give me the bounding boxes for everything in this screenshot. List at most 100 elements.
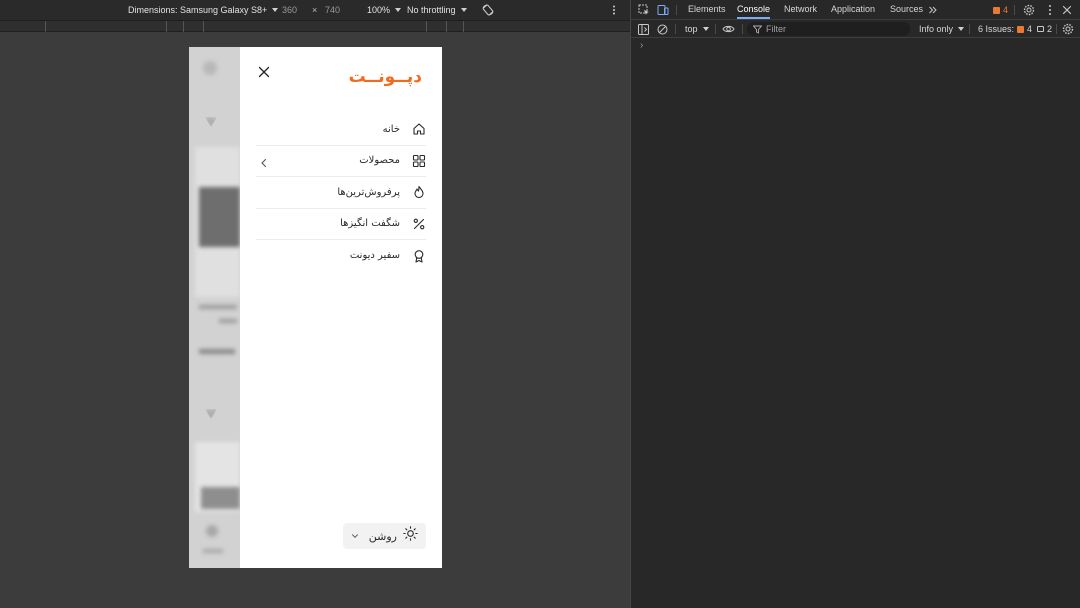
kebab-menu-icon[interactable] bbox=[1044, 4, 1056, 16]
theme-label: روشن bbox=[368, 529, 397, 543]
sidebar-toggle-icon[interactable] bbox=[638, 24, 649, 35]
drawer-menu: خانه محصولات پرفروش‌ترین‌ها bbox=[256, 114, 426, 272]
issues-count: 4 bbox=[1003, 5, 1009, 15]
chevron-down-icon bbox=[351, 527, 359, 545]
grid-icon bbox=[412, 154, 426, 168]
filter-icon bbox=[205, 409, 217, 419]
tab-elements[interactable]: Elements bbox=[688, 0, 726, 19]
theme-toggle-button[interactable]: روشن bbox=[343, 523, 426, 549]
close-button[interactable] bbox=[256, 64, 272, 80]
close-icon bbox=[258, 66, 270, 78]
nav-label bbox=[203, 549, 223, 553]
settings-gear-icon[interactable] bbox=[1023, 4, 1035, 16]
ruler-tick bbox=[426, 21, 427, 32]
issues-info-count: 2 bbox=[1047, 24, 1053, 34]
console-prompt[interactable]: › bbox=[640, 40, 643, 51]
product-title bbox=[219, 319, 237, 323]
divider bbox=[676, 5, 677, 15]
issues-warning-count: 4 bbox=[1027, 24, 1033, 34]
ruler-tick bbox=[446, 21, 447, 32]
log-level-label: Info only bbox=[919, 24, 954, 34]
filter-funnel-icon bbox=[753, 25, 762, 34]
tab-network[interactable]: Network bbox=[784, 0, 817, 19]
device-toggle-icon[interactable] bbox=[657, 4, 669, 16]
width-input[interactable]: 360 bbox=[282, 4, 297, 16]
warning-icon bbox=[1017, 25, 1025, 33]
product-price bbox=[199, 349, 235, 354]
menu-item-home[interactable]: خانه bbox=[256, 114, 426, 146]
product-image bbox=[201, 487, 240, 509]
ruler-tick bbox=[166, 21, 167, 32]
issues-button[interactable]: 6 Issues: 4 2 bbox=[978, 23, 1052, 35]
divider bbox=[969, 24, 970, 34]
height-input[interactable]: 740 bbox=[325, 4, 340, 16]
dimensions-label: Dimensions: Samsung Galaxy S8+ bbox=[128, 5, 268, 15]
device-viewport: دپــونــت خانه محصولات bbox=[189, 47, 442, 568]
badge-icon bbox=[412, 249, 426, 263]
throttling-label: No throttling bbox=[407, 5, 456, 15]
menu-item-label: محصولات bbox=[359, 155, 400, 167]
menu-item-label: سفیر دیونت bbox=[349, 250, 400, 262]
filter-placeholder: Filter bbox=[766, 24, 786, 34]
kebab-menu-icon bbox=[613, 5, 615, 15]
dimensions-dropdown[interactable]: Dimensions: Samsung Galaxy S8+ bbox=[128, 4, 279, 16]
divider bbox=[1014, 5, 1015, 15]
zoom-label: 100% bbox=[367, 5, 391, 15]
product-title bbox=[199, 305, 237, 309]
divider bbox=[675, 24, 676, 34]
menu-item-label: شگفت انگیزها bbox=[340, 218, 400, 230]
ruler-tick bbox=[183, 21, 184, 32]
live-expression-eye-icon[interactable] bbox=[722, 24, 735, 34]
tab-application[interactable]: Application bbox=[831, 0, 875, 19]
tab-sources[interactable]: Sources bbox=[890, 0, 923, 19]
issues-counter[interactable]: 4 bbox=[993, 4, 1008, 16]
sun-icon bbox=[403, 526, 418, 546]
home-icon bbox=[412, 122, 426, 136]
log-level-dropdown[interactable]: Info only bbox=[919, 23, 965, 35]
context-label: top bbox=[685, 24, 698, 34]
menu-item-bestsellers[interactable]: پرفروش‌ترین‌ها bbox=[256, 177, 426, 209]
menu-item-ambassador[interactable]: سفیر دیونت bbox=[256, 240, 426, 272]
ruler-tick bbox=[463, 21, 464, 32]
console-toolbar: top Filter Info only 6 Issues: 4 2 bbox=[631, 20, 1080, 38]
menu-item-products[interactable]: محصولات bbox=[256, 146, 426, 177]
devtools-panel: Elements Console Network Application Sou… bbox=[630, 0, 1080, 608]
divider bbox=[1056, 24, 1057, 34]
warning-icon bbox=[993, 6, 1000, 14]
ruler-tick bbox=[203, 21, 204, 32]
chevron-down-icon bbox=[702, 27, 709, 31]
filter-input[interactable]: Filter bbox=[747, 22, 910, 36]
rotate-button[interactable] bbox=[482, 4, 494, 16]
close-icon[interactable] bbox=[1061, 4, 1073, 16]
tab-console[interactable]: Console bbox=[737, 0, 771, 19]
location-icon bbox=[203, 61, 217, 75]
dimension-separator: × bbox=[312, 5, 318, 15]
inspect-element-icon[interactable] bbox=[638, 4, 650, 16]
flame-icon bbox=[412, 185, 426, 199]
console-settings-gear-icon[interactable] bbox=[1062, 23, 1074, 35]
product-image bbox=[199, 187, 240, 247]
percent-icon bbox=[412, 217, 426, 231]
menu-item-deals[interactable]: شگفت انگیزها bbox=[256, 209, 426, 240]
clear-console-icon[interactable] bbox=[657, 24, 668, 35]
chevron-down-icon bbox=[272, 8, 279, 12]
device-toolbar: Dimensions: Samsung Galaxy S8+ 360 × 740… bbox=[0, 0, 630, 20]
navigation-drawer: دپــونــت خانه محصولات bbox=[240, 47, 442, 568]
brand-logo[interactable]: دپــونــت bbox=[349, 67, 422, 87]
context-selector[interactable]: top bbox=[685, 23, 709, 35]
device-emulation-area: Dimensions: Samsung Galaxy S8+ 360 × 740… bbox=[0, 0, 630, 608]
chevron-down-icon bbox=[958, 27, 965, 31]
menu-item-label: پرفروش‌ترین‌ها bbox=[337, 186, 400, 198]
devtools-tabbar: Elements Console Network Application Sou… bbox=[631, 0, 1080, 20]
zoom-dropdown[interactable]: 100% bbox=[367, 4, 402, 16]
more-options-button[interactable] bbox=[612, 4, 616, 16]
chevron-left-icon bbox=[259, 156, 269, 168]
ruler-tick bbox=[45, 21, 46, 32]
rotate-icon bbox=[482, 4, 494, 16]
chevron-down-icon bbox=[460, 8, 467, 12]
user-icon bbox=[206, 525, 218, 537]
issues-label: 6 Issues: bbox=[978, 24, 1015, 34]
more-tabs-icon[interactable] bbox=[928, 5, 938, 15]
filter-icon bbox=[205, 117, 217, 127]
throttling-dropdown[interactable]: No throttling bbox=[407, 4, 467, 16]
